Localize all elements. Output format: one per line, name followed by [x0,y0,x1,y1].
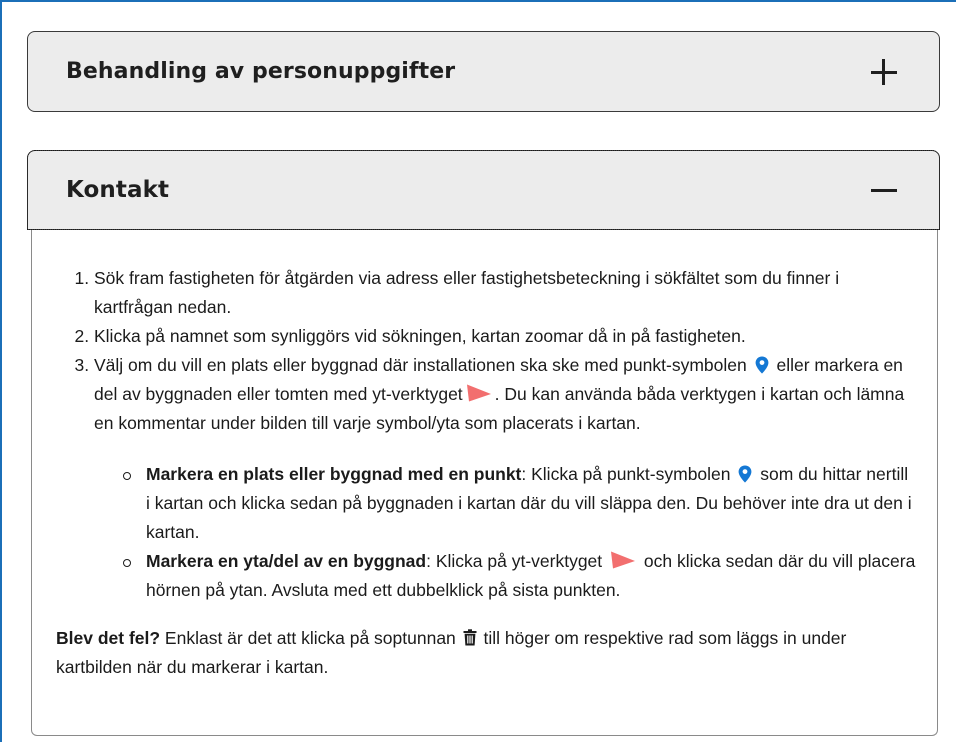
list-item: Klicka på namnet som synliggörs vid sökn… [94,322,916,351]
list-item: Sök fram fastigheten för åtgärden via ad… [94,264,916,322]
substeps-list: Markera en plats eller byggnad med en pu… [56,460,916,605]
list-item: Välj om du vill en plats eller byggnad d… [94,351,916,438]
steps-list: Sök fram fastigheten för åtgärden via ad… [56,264,916,438]
minus-icon [869,175,899,205]
accordion-header-personuppgifter[interactable]: Behandling av personuppgifter [27,31,940,112]
plus-icon [869,57,899,87]
map-pin-icon [755,356,768,374]
accordion-header-kontakt[interactable]: Kontakt [27,150,940,230]
list-item: Markera en plats eller byggnad med en pu… [123,460,916,547]
polygon-tool-icon [611,551,636,569]
polygon-tool-icon [466,384,491,402]
instructions: Sök fram fastigheten för åtgärden via ad… [56,264,916,682]
error-help-note: Blev det fel? Enklast är det att klicka … [56,628,847,677]
accordion-panel-kontakt: Sök fram fastigheten för åtgärden via ad… [31,230,938,736]
accordion-title: Behandling av personuppgifter [66,59,456,84]
accordion-title: Kontakt [66,177,170,203]
list-item: Markera en yta/del av en byggnad: Klicka… [123,547,916,605]
map-pin-icon [739,465,752,483]
trash-icon [463,629,477,646]
